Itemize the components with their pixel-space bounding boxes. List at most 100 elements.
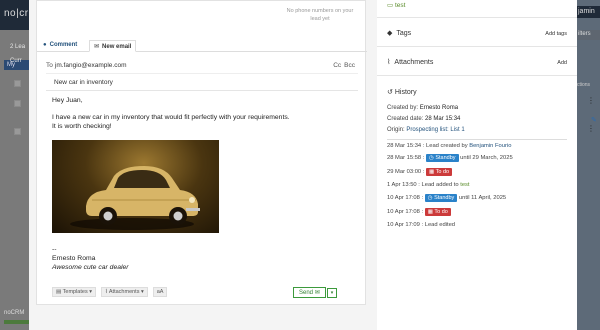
cc-link[interactable]: Cc [333,62,341,69]
origin-label: Origin: [387,127,405,133]
actions-header: ctions [577,82,591,88]
badge-label: To do [435,169,450,175]
row-checkbox[interactable] [14,128,21,135]
history-item: 10 Apr 17:08 : ◷ Standby until 11 April,… [387,194,506,202]
history-item: 29 Mar 03:00 : ▦ To do [387,168,453,176]
badge-label: Standby [434,195,455,201]
current-label: Curr [10,58,22,64]
car-illustration [70,166,200,230]
lead-side-panel: ▭ test ◆ Tags Add tags ⌇ Attachments Add ↺… [377,0,597,330]
history-label: History [394,89,417,96]
history-time: 29 Mar 03:00 : [387,169,425,175]
history-item: 28 Mar 15:58 : ◷ Standby until 29 March,… [387,154,513,162]
created-by-row: Created by: Ernesto Roma [387,105,458,111]
subject-field[interactable]: New car in inventory [46,73,358,91]
calendar-icon: ▦ [429,169,435,175]
user-link[interactable]: Benjamin Fourio [469,143,511,149]
app-right-area: jamin ilters ctions ⋮ ⋮ [577,0,600,330]
folder-icon: ▭ [387,2,394,9]
history-time: 1 Apr 13:50 : [387,182,420,188]
signature-name: Ernesto Roma [52,255,96,262]
lead-count-label: 2 Lea [10,44,26,50]
created-by-value: Ernesto Roma [419,105,459,111]
send-options-dropdown[interactable]: ▾ [326,288,338,298]
history-text: Lead edited [424,222,456,228]
bcc-link[interactable]: Bcc [344,62,355,69]
history-icon: ↺ [387,89,393,96]
signature-title: Awesome cute car dealer [52,264,129,271]
templates-label: Templates [62,289,88,295]
attachments-button[interactable]: ⌇ Attachments ▾ [100,287,148,297]
templates-button[interactable]: ▤ Templates ▾ [52,287,97,297]
created-by-label: Created by: [387,105,419,111]
badge-label: Standby [435,155,456,161]
email-line-2: It is worth checking! [52,123,112,130]
envelope-icon: ✉ [94,44,100,50]
tab-comment[interactable]: ● Comment [39,40,81,52]
clock-icon: ◷ [427,195,433,201]
standby-badge: ◷ Standby [424,194,458,202]
car-photo [52,140,219,233]
user-menu[interactable]: jamin [577,6,600,18]
step-name[interactable]: test [395,2,405,9]
to-field[interactable]: jm.fangio@example.com [55,62,127,69]
text-size-button[interactable]: aA [152,287,168,297]
history-text: Lead created by [426,143,468,149]
paperclip-icon: ⌇ [387,59,391,66]
send-button[interactable]: Send ✉ [293,287,326,298]
envelope-icon: ✉ [314,290,320,296]
history-text: until 11 April, 2025 [458,195,507,201]
send-group: Send ✉ ▾ [293,287,338,298]
email-body[interactable]: Hey Juan, I have a new car in my invento… [52,96,352,132]
add-attachment-button[interactable]: Add [557,60,567,66]
history-time: 10 Apr 17:08 : [387,209,424,215]
paperclip-icon: ⌇ [104,289,108,295]
todo-badge: ▦ To do [424,208,451,216]
app-footer: noCRM [4,310,25,316]
attachments-header: ⌇ Attachments [387,58,433,66]
tab-comment-label: Comment [49,42,78,48]
email-line-1: I have a new car in my inventory that wo… [52,113,290,121]
history-header: ↺ History [387,88,417,96]
step-row: ▭ test [377,0,577,18]
row-checkbox[interactable] [14,100,21,107]
edit-icon[interactable]: ✎ [591,116,597,124]
history-item: 28 Mar 15:34 : Lead created by Benjamin … [387,143,511,149]
origin-link[interactable]: Prospecting list: List 1 [406,127,464,133]
history-time: 28 Mar 15:58 : [387,155,425,161]
footer-progress [4,320,30,324]
email-greeting: Hey Juan, [52,97,83,104]
history-text: until 29 March, 2025 [460,155,513,161]
created-date-row: Created date: 28 Mar 15:34 [387,116,460,122]
clock-icon: ◷ [429,155,434,161]
activity-tabs: ● Comment ✉ New email [37,38,367,52]
tags-section: ◆ Tags Add tags [377,25,577,47]
step-link[interactable]: test [460,182,469,188]
tags-label: Tags [396,30,412,37]
to-label: To [46,62,53,69]
comment-icon: ● [43,42,47,48]
origin-row: Origin: Prospecting list: List 1 [387,127,465,133]
todo-badge: ▦ To do [426,168,453,176]
app-logo: no|cr [4,8,29,19]
chevron-down-icon: ▾ [330,290,334,296]
composer-toolbar: ▤ Templates ▾ ⌇ Attachments ▾ aA [52,287,170,297]
signature-separator: -- [52,246,57,253]
history-item: 10 Apr 17:08 : ▦ To do [387,208,451,216]
cc-bcc-links: Cc Bcc [330,62,355,69]
standby-badge: ◷ Standby [426,154,459,162]
to-row: To jm.fangio@example.com [46,62,127,69]
row-menu-icon[interactable]: ⋮ [587,124,595,133]
row-menu-icon[interactable]: ⋮ [587,96,595,105]
history-item: 10 Apr 17:09 : Lead edited [387,222,455,228]
row-checkbox[interactable] [14,80,21,87]
attachments-section-label: Attachments [394,59,434,66]
lead-modal: No phone numbers on your lead yet ● Comme… [29,0,597,330]
no-phone-notice: No phone numbers on your lead yet [286,8,354,22]
filters-button[interactable]: ilters [577,30,600,40]
add-tags-button[interactable]: Add tags [545,31,567,37]
send-label: Send [299,290,314,296]
created-date-value: 28 Mar 15:34 [425,116,461,122]
history-divider [387,139,567,140]
tab-new-email[interactable]: ✉ New email [89,40,137,52]
